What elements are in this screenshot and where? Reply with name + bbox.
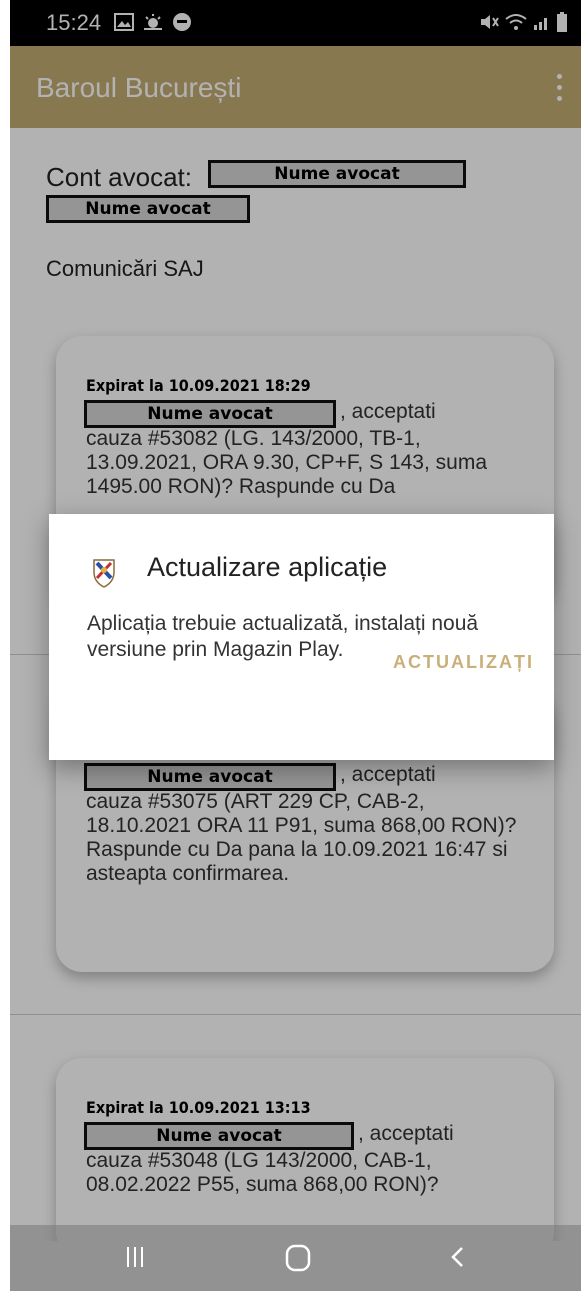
recent-apps-icon[interactable] [123,1245,147,1269]
update-dialog: Actualizare aplicație Aplicația trebuie … [49,514,554,760]
system-nav-bar [10,1225,581,1291]
phone-screen: 15:24 Baroul București Cont avocat: Nume… [10,0,581,1291]
home-icon[interactable] [283,1243,313,1273]
back-icon[interactable] [446,1245,470,1269]
dialog-title: Actualizare aplicație [147,552,388,582]
update-button[interactable]: ACTUALIZAȚI [393,652,534,673]
bar-logo-icon [93,559,115,588]
